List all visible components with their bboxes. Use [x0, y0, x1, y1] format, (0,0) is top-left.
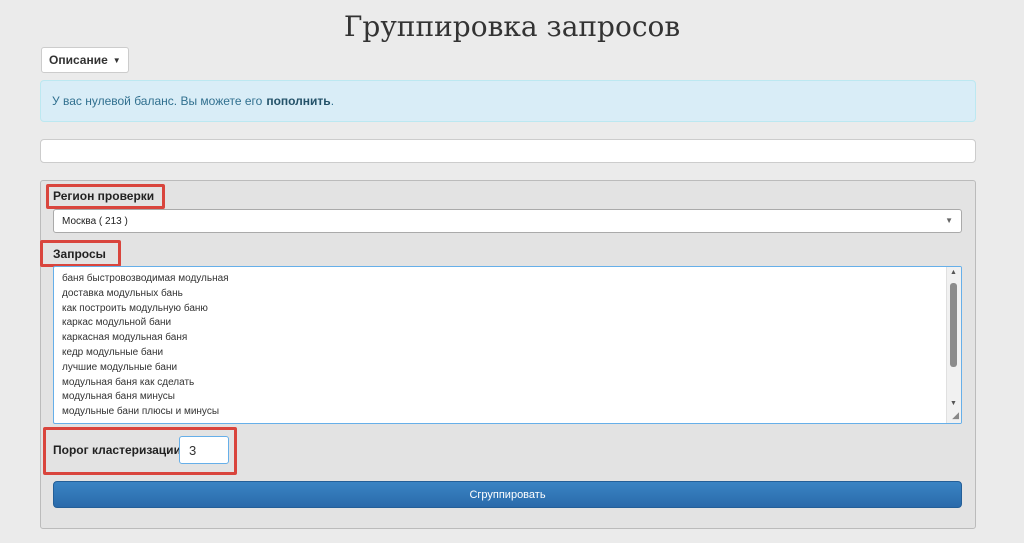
query-line: кедр модульные бани — [62, 346, 164, 358]
description-button-label: Описание — [49, 53, 108, 67]
query-line: модульные бани плюсы и минусы — [62, 406, 220, 418]
query-line: доставка модульных бань — [62, 287, 183, 299]
queries-scrollbar[interactable]: ▲ ▼ — [946, 267, 961, 423]
query-line: модульная баня как сделать — [62, 376, 195, 388]
scrollbar-thumb[interactable] — [950, 283, 957, 367]
query-line: каркасная модульная баня — [62, 332, 188, 344]
threshold-highlight — [43, 427, 237, 475]
alert-suffix: . — [330, 94, 335, 108]
query-line: лучшие модульные бани — [62, 361, 178, 373]
query-line: как построить модульную баню — [62, 302, 208, 314]
empty-input-bar[interactable] — [40, 139, 976, 163]
dropdown-arrow-icon: ▼ — [945, 216, 953, 225]
query-line: модульная баня минусы — [62, 391, 175, 403]
description-dropdown-button[interactable]: Описание ▼ — [41, 47, 129, 73]
queries-label-highlight — [40, 240, 121, 267]
region-select-value: Москва ( 213 ) — [62, 215, 128, 227]
queries-list: баня быстровозводимая модульная доставка… — [62, 272, 229, 420]
alert-text: У вас нулевой баланс. Вы можете его — [52, 94, 263, 108]
group-button[interactable]: Сгруппировать — [53, 481, 962, 508]
scroll-down-icon[interactable]: ▼ — [950, 400, 957, 407]
resize-handle-icon[interactable]: ◢ — [952, 410, 959, 421]
caret-down-icon: ▼ — [112, 55, 121, 65]
page-title: Группировка запросов — [343, 10, 681, 43]
query-line: каркас модульной бани — [62, 317, 172, 329]
top-up-link[interactable]: пополнить — [266, 94, 330, 108]
region-label-highlight — [46, 184, 165, 209]
query-line: баня быстровозводимая модульная — [62, 273, 229, 284]
region-select[interactable]: Москва ( 213 ) ▼ — [53, 209, 962, 233]
balance-alert: У вас нулевой баланс. Вы можете его попо… — [40, 80, 976, 122]
scroll-up-icon[interactable]: ▲ — [950, 269, 957, 276]
queries-textarea[interactable]: баня быстровозводимая модульная доставка… — [53, 266, 962, 424]
group-button-label: Сгруппировать — [469, 488, 546, 501]
